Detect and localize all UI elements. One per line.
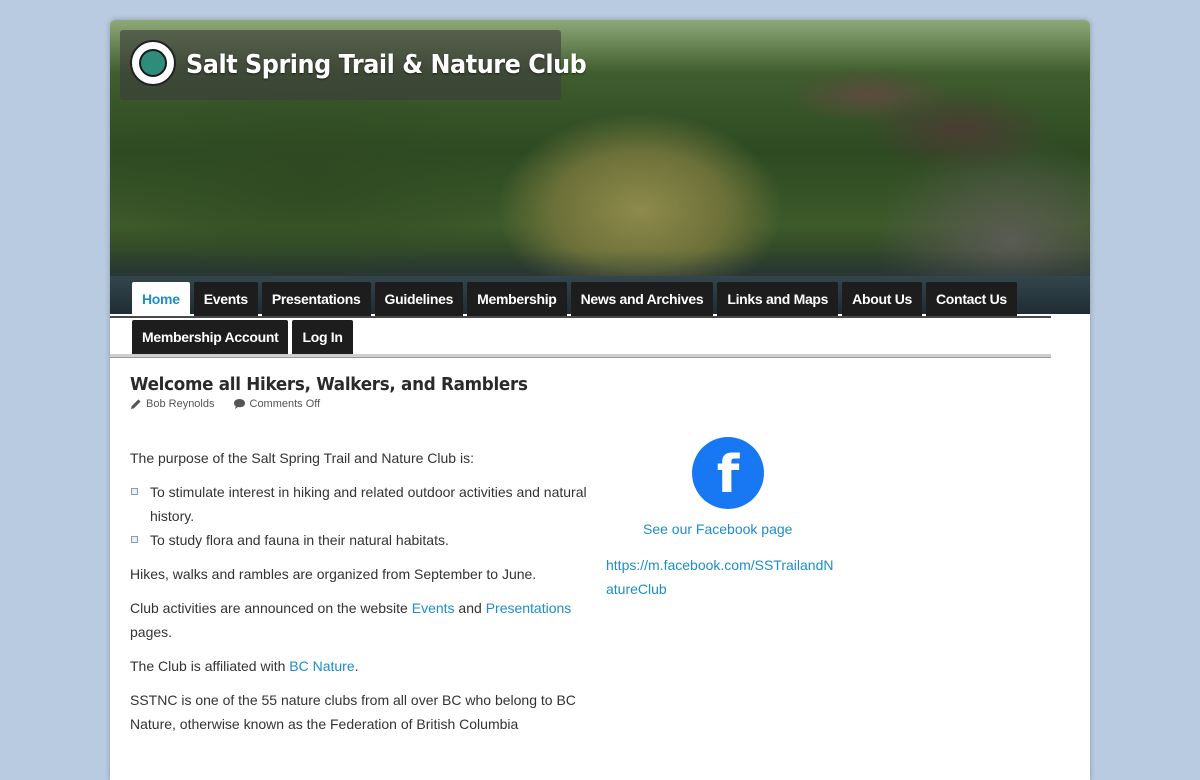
intro-paragraph: The purpose of the Salt Spring Trail and… [130, 450, 474, 466]
bc-nature-link[interactable]: BC Nature [289, 658, 354, 674]
post-content: The purpose of the Salt Spring Trail and… [130, 446, 590, 746]
list-item: To study flora and fauna in their natura… [130, 528, 590, 552]
facebook-page-link[interactable]: See our Facebook page [643, 521, 792, 537]
post-comments[interactable]: Comments Off [250, 398, 321, 410]
schedule-paragraph: Hikes, walks and rambles are organized f… [130, 566, 537, 582]
post-title[interactable]: Welcome all Hikers, Walkers, and Rambler… [130, 374, 528, 395]
list-item: To stimulate interest in hiking and rela… [130, 480, 590, 528]
events-link[interactable]: Events [412, 600, 455, 616]
comment-icon [233, 399, 245, 409]
presentations-link[interactable]: Presentations [486, 600, 572, 616]
bullet-icon [131, 488, 138, 495]
post-author[interactable]: Bob Reynolds [146, 398, 215, 410]
facebook-glyph: f [716, 445, 740, 505]
facebook-url-link[interactable]: https://m.facebook.com/SSTrailandNatureC… [606, 553, 836, 601]
purpose-list: To stimulate interest in hiking and rela… [130, 480, 590, 552]
pencil-icon [131, 399, 141, 409]
post-meta: Bob Reynolds Comments Off [130, 398, 320, 410]
bullet-icon [131, 536, 138, 543]
facebook-icon[interactable]: f [692, 437, 764, 509]
sstnc-paragraph: SSTNC is one of the 55 nature clubs from… [130, 692, 576, 732]
content-area: Welcome all Hikers, Walkers, and Rambler… [110, 0, 1090, 740]
affiliation-paragraph: The Club is affiliated with BC Nature. [130, 658, 359, 674]
activities-paragraph: Club activities are announced on the web… [130, 600, 572, 640]
